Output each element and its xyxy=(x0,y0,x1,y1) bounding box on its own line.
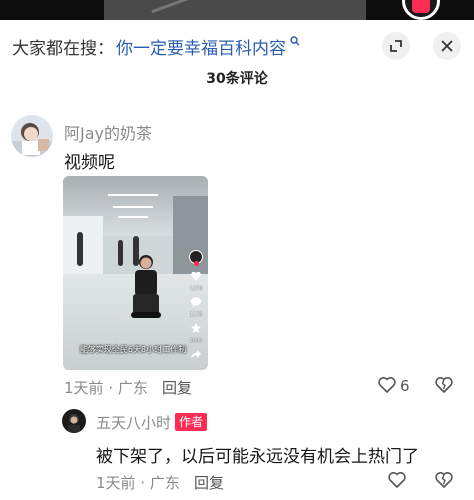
comment-text: 被下架了，以后可能永远没有机会上热门了 xyxy=(96,447,419,467)
heart-icon xyxy=(190,270,202,282)
avatar[interactable] xyxy=(11,115,53,157)
record-button[interactable] xyxy=(402,0,440,20)
comment-time: 1天前 xyxy=(64,379,104,397)
author-badge: 作者 xyxy=(175,413,208,431)
comment-location: 广东 xyxy=(149,474,180,492)
heart-icon xyxy=(387,470,407,490)
search-prefix: 大家都在搜： xyxy=(12,39,114,59)
background-person xyxy=(77,232,83,266)
star-icon xyxy=(190,322,202,334)
close-icon xyxy=(441,40,453,52)
video-thumbnail[interactable]: 1270 1170 2660 能够实现全民6天8小时工作制 xyxy=(63,176,208,370)
meta-separator: · xyxy=(140,474,146,492)
reply-button[interactable]: 回复 xyxy=(194,472,224,493)
video-caption: 能够实现全民6天8小时工作制 xyxy=(79,345,187,354)
video-frame xyxy=(104,0,366,20)
expand-button[interactable] xyxy=(382,32,410,60)
like-count: 6 xyxy=(400,377,410,395)
background-person xyxy=(118,240,123,266)
comment-meta: 1天前 · 广东 xyxy=(64,377,148,398)
dislike-button[interactable] xyxy=(434,470,454,490)
dislike-button[interactable] xyxy=(434,375,454,395)
like-button[interactable] xyxy=(387,470,407,490)
search-suggestion-link[interactable]: 你一定要幸福百科内容 xyxy=(116,34,286,59)
search-suggestion-bar: 大家都在搜： 你一定要幸福百科内容 xyxy=(0,20,474,70)
close-button[interactable] xyxy=(433,32,461,60)
heart-icon xyxy=(377,375,397,395)
avatar[interactable] xyxy=(62,409,86,433)
comment-username[interactable]: 阿Jay的奶茶 xyxy=(64,120,152,144)
creator-avatar-icon xyxy=(189,250,203,266)
comment-count-title: 30条评论 xyxy=(206,71,268,87)
comment-meta: 1天前 · 广东 xyxy=(96,472,180,493)
reply-button[interactable]: 回复 xyxy=(162,377,192,398)
expand-icon xyxy=(389,39,403,53)
comment-time: 1天前 xyxy=(96,474,136,492)
comment-text: 视频呢 xyxy=(64,153,115,173)
search-icon[interactable] xyxy=(290,36,300,46)
meta-separator: · xyxy=(108,379,114,397)
broken-heart-icon xyxy=(434,470,454,490)
comment-username[interactable]: 五天八小时 xyxy=(96,412,171,433)
broken-heart-icon xyxy=(434,375,454,395)
kneeling-person xyxy=(129,254,163,326)
like-button[interactable] xyxy=(377,375,397,395)
comment-location: 广东 xyxy=(117,379,148,397)
video-player-strip xyxy=(0,0,474,20)
comment-bubble-icon xyxy=(190,296,202,308)
